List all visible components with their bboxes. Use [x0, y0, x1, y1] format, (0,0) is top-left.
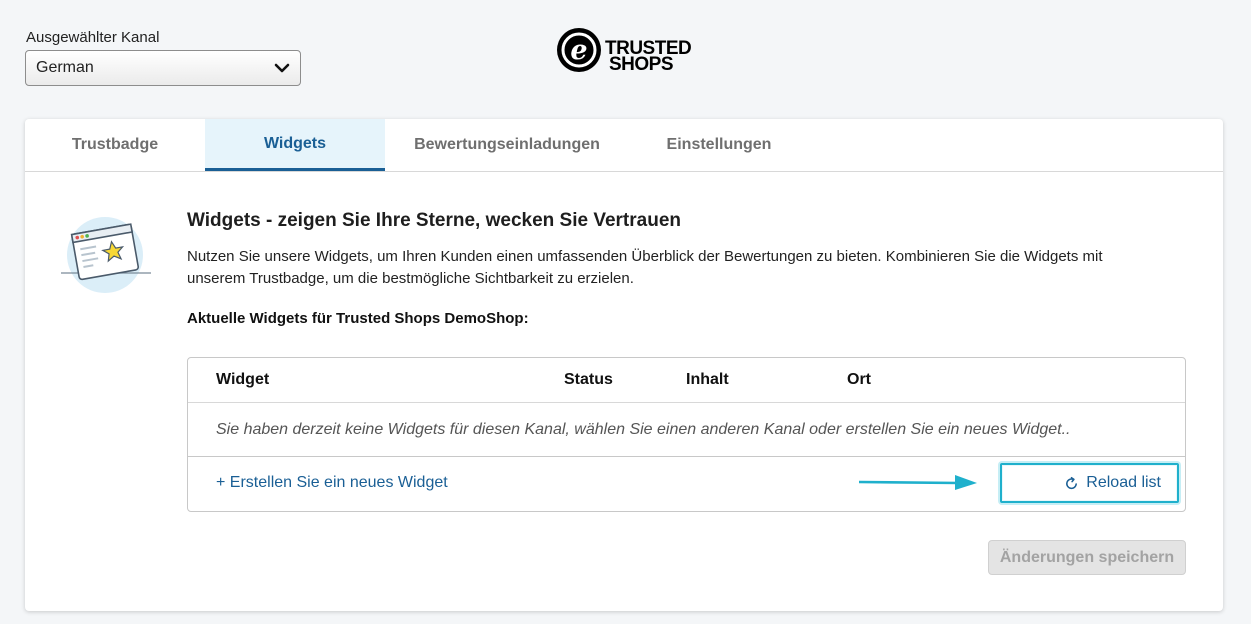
intro-text: Nutzen Sie unsere Widgets, um Ihren Kund…	[187, 248, 1103, 287]
reload-list-button[interactable]: Reload list	[1000, 463, 1179, 503]
browser-star-illustration-icon	[61, 217, 151, 293]
column-header-widget: Widget	[216, 371, 270, 388]
tab-einstellungen[interactable]: Einstellungen	[629, 119, 809, 171]
arrow-right-icon	[859, 475, 977, 490]
column-header-status: Status	[564, 371, 613, 388]
empty-table-message: Sie haben derzeit keine Widgets für dies…	[188, 403, 1185, 457]
widgets-table: Widget Status Inhalt Ort Sie haben derze…	[187, 357, 1186, 512]
logo-wordmark: TRUSTED SHOPS	[605, 39, 692, 75]
tab-trustbadge[interactable]: Trustbadge	[25, 119, 205, 171]
current-widgets-label: Aktuelle Widgets für Trusted Shops DemoS…	[187, 310, 529, 327]
page-title: Widgets - zeigen Sie Ihre Sterne, wecken…	[187, 210, 681, 231]
create-widget-link[interactable]: + Erstellen Sie ein neues Widget	[216, 474, 448, 492]
reload-icon	[1066, 476, 1078, 489]
column-header-ort: Ort	[847, 371, 871, 388]
logo-line-2: SHOPS	[609, 54, 674, 75]
tab-bewertungseinladungen[interactable]: Bewertungseinladungen	[385, 119, 629, 171]
reload-list-label: Reload list	[1086, 474, 1161, 491]
tab-bar: Trustbadge Widgets Bewertungseinladungen…	[25, 119, 1223, 172]
settings-card: Trustbadge Widgets Bewertungseinladungen…	[25, 119, 1223, 611]
tab-widgets[interactable]: Widgets	[205, 119, 385, 171]
channel-select-value: German	[36, 59, 94, 76]
chevron-down-icon	[274, 63, 290, 73]
widgets-intro: Widgets - zeigen Sie Ihre Sterne, wecken…	[187, 210, 1187, 327]
save-changes-button[interactable]: Änderungen speichern	[988, 540, 1186, 575]
table-footer: + Erstellen Sie ein neues Widget Reload …	[188, 457, 1185, 511]
column-header-inhalt: Inhalt	[686, 371, 729, 388]
channel-label: Ausgewählter Kanal	[26, 29, 160, 46]
trusted-shops-logo: e TRUSTED SHOPS	[557, 27, 692, 75]
trusted-shops-e-icon: e	[557, 28, 601, 72]
svg-text:e: e	[570, 35, 587, 66]
channel-select[interactable]: German	[25, 50, 301, 86]
table-header: Widget Status Inhalt Ort	[188, 358, 1185, 403]
